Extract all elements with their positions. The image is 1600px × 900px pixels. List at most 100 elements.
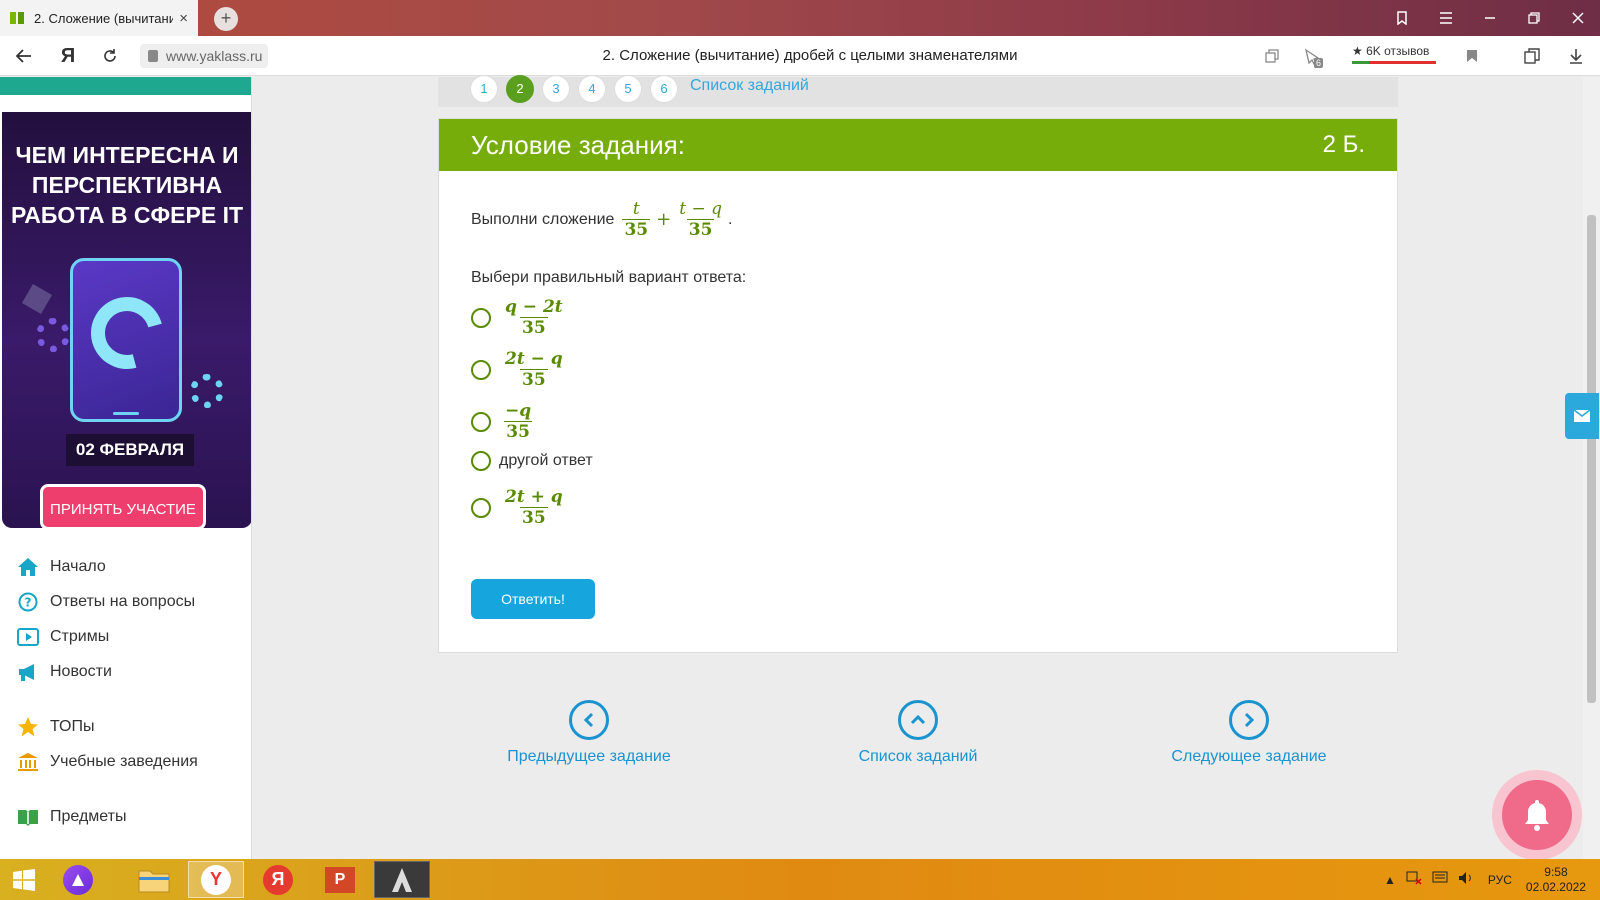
back-icon[interactable]: [8, 36, 40, 76]
minimize-icon[interactable]: [1468, 0, 1512, 36]
page-scrollbar[interactable]: [1583, 77, 1600, 859]
game-app-icon[interactable]: [374, 861, 430, 898]
network-status-icon[interactable]: [1406, 871, 1422, 888]
radio-button[interactable]: [471, 307, 491, 328]
book-icon: [16, 806, 40, 828]
browser-tab[interactable]: 2. Сложение (вычитани ×: [0, 0, 198, 36]
option-fraction: 2t + q 35: [505, 487, 563, 528]
task-statement: Выполни сложение t 35 + t − q 35 .: [471, 199, 732, 240]
answer-option-5[interactable]: 2t + q 35: [471, 487, 569, 528]
sidebar-item-label: Начало: [50, 558, 106, 575]
institution-icon: [16, 751, 40, 773]
page-button-5[interactable]: 5: [614, 75, 642, 103]
rating-bar: [1352, 61, 1436, 64]
windows-taskbar: Y Я P ▲ РУС 9:58 02.02.2022: [0, 859, 1600, 900]
sidebar-item-home[interactable]: Начало: [16, 555, 106, 579]
option-fraction: −q 35: [504, 401, 532, 442]
bookmarks-panel-icon[interactable]: [1380, 0, 1424, 36]
radio-button[interactable]: [471, 497, 491, 518]
page-button-4[interactable]: 4: [578, 75, 606, 103]
collections-icon[interactable]: [1518, 36, 1546, 76]
page-title: 2. Сложение (вычитание) дробей с целыми …: [602, 47, 1018, 64]
sidebar-item-news[interactable]: Новости: [16, 660, 112, 684]
windows-start-icon[interactable]: [0, 861, 48, 898]
alice-assistant-icon[interactable]: [50, 861, 106, 898]
tray-expand-icon[interactable]: ▲: [1384, 873, 1396, 887]
task-header: Условие задания: 2 Б.: [439, 119, 1397, 171]
next-task-label: Следующее задание: [1171, 748, 1327, 765]
radio-button[interactable]: [471, 359, 491, 380]
tabs-copy-icon[interactable]: [1258, 36, 1286, 76]
clock[interactable]: 9:58 02.02.2022: [1526, 865, 1586, 895]
file-explorer-icon[interactable]: [126, 861, 182, 898]
participate-button[interactable]: ПРИНЯТЬ УЧАСТИЕ: [40, 484, 206, 528]
page-button-1[interactable]: 1: [470, 75, 498, 103]
download-icon[interactable]: [1562, 36, 1590, 76]
radio-button[interactable]: [471, 411, 491, 432]
task-instruction: Выполни сложение: [471, 210, 615, 228]
restore-icon[interactable]: [1512, 0, 1556, 36]
sidebar-item-streams[interactable]: Стримы: [16, 625, 109, 649]
answer-option-4[interactable]: другой ответ: [471, 451, 593, 471]
sidebar-item-answers[interactable]: ? Ответы на вопросы: [16, 590, 195, 614]
megaphone-icon: [16, 661, 40, 683]
url-field[interactable]: www.yaklass.ru: [140, 44, 269, 68]
protect-icon[interactable]: 6: [1298, 36, 1326, 76]
input-language[interactable]: РУС: [1488, 873, 1512, 887]
tab-close-icon[interactable]: ×: [179, 10, 188, 27]
answer-option-2[interactable]: 2t − q 35: [471, 349, 569, 390]
option-fraction: 2t − q 35: [505, 349, 563, 390]
page-button-3[interactable]: 3: [542, 75, 570, 103]
submit-answer-button[interactable]: Ответить!: [471, 579, 595, 619]
bookmark-icon[interactable]: [1458, 36, 1486, 76]
plus-operator: +: [656, 209, 672, 230]
option-fraction: q − 2t 35: [505, 297, 563, 338]
action-center-icon[interactable]: [1432, 871, 1448, 888]
reviews-label: ★ 6K отзывов: [1352, 44, 1430, 58]
browser-tab-bar: 2. Сложение (вычитани × +: [0, 0, 1600, 36]
notifications-button[interactable]: [1492, 770, 1582, 860]
svg-text:?: ?: [25, 596, 32, 610]
promo-banner[interactable]: ЧЕМ ИНТЕРЕСНА И ПЕРСПЕКТИВНА РАБОТА В СФ…: [2, 112, 251, 528]
menu-icon[interactable]: [1424, 0, 1468, 36]
scrollbar-thumb[interactable]: [1587, 215, 1596, 703]
play-icon: [16, 626, 40, 648]
option-text: другой ответ: [499, 452, 593, 469]
yaklass-favicon-icon: [10, 12, 26, 24]
answer-option-1[interactable]: q − 2t 35: [471, 297, 569, 338]
radio-button[interactable]: [471, 451, 491, 471]
task-points: 2 Б.: [1322, 131, 1365, 158]
yandex-taskbar-icon[interactable]: Я: [250, 861, 306, 898]
cube-decoration: [21, 283, 53, 315]
banner-headline: ЧЕМ ИНТЕРЕСНА И ПЕРСПЕКТИВНА РАБОТА В СФ…: [10, 142, 244, 228]
next-task-link[interactable]: Следующее задание: [1166, 700, 1332, 766]
powerpoint-icon[interactable]: P: [312, 861, 368, 898]
sidebar-item-label: Стримы: [50, 628, 110, 645]
sidebar-item-institutions[interactable]: Учебные заведения: [16, 750, 198, 774]
previous-task-link[interactable]: Предыдущее задание: [504, 700, 674, 766]
sidebar-item-subjects[interactable]: Предметы: [16, 805, 126, 829]
volume-icon[interactable]: [1458, 871, 1474, 888]
sidebar-item-tops[interactable]: ТОПы: [16, 715, 95, 739]
star-icon: [16, 716, 40, 738]
sidebar-top-strip: [0, 77, 251, 95]
new-tab-button[interactable]: +: [214, 7, 238, 31]
answer-option-3[interactable]: −q 35: [471, 401, 537, 442]
question-icon: ?: [16, 591, 40, 613]
lock-icon: [148, 50, 158, 62]
task-list-bottom-link[interactable]: Список заданий: [848, 700, 988, 766]
task-list-link[interactable]: Список заданий: [690, 77, 809, 95]
page-button-2[interactable]: 2: [506, 75, 534, 103]
fraction-a: t 35: [622, 199, 651, 240]
feedback-mail-button[interactable]: [1565, 393, 1599, 439]
reload-icon[interactable]: [94, 36, 126, 76]
gear-icon: [77, 283, 177, 383]
yandex-logo-icon[interactable]: Я: [52, 36, 84, 76]
page-button-6[interactable]: 6: [650, 75, 678, 103]
home-icon: [16, 556, 40, 578]
reviews-button[interactable]: ★ 6K отзывов: [1352, 44, 1436, 64]
sidebar-item-label: Новости: [50, 663, 112, 680]
close-window-icon[interactable]: [1556, 0, 1600, 36]
gear-icon: [190, 374, 224, 408]
yandex-browser-taskbar-icon[interactable]: Y: [188, 861, 244, 898]
